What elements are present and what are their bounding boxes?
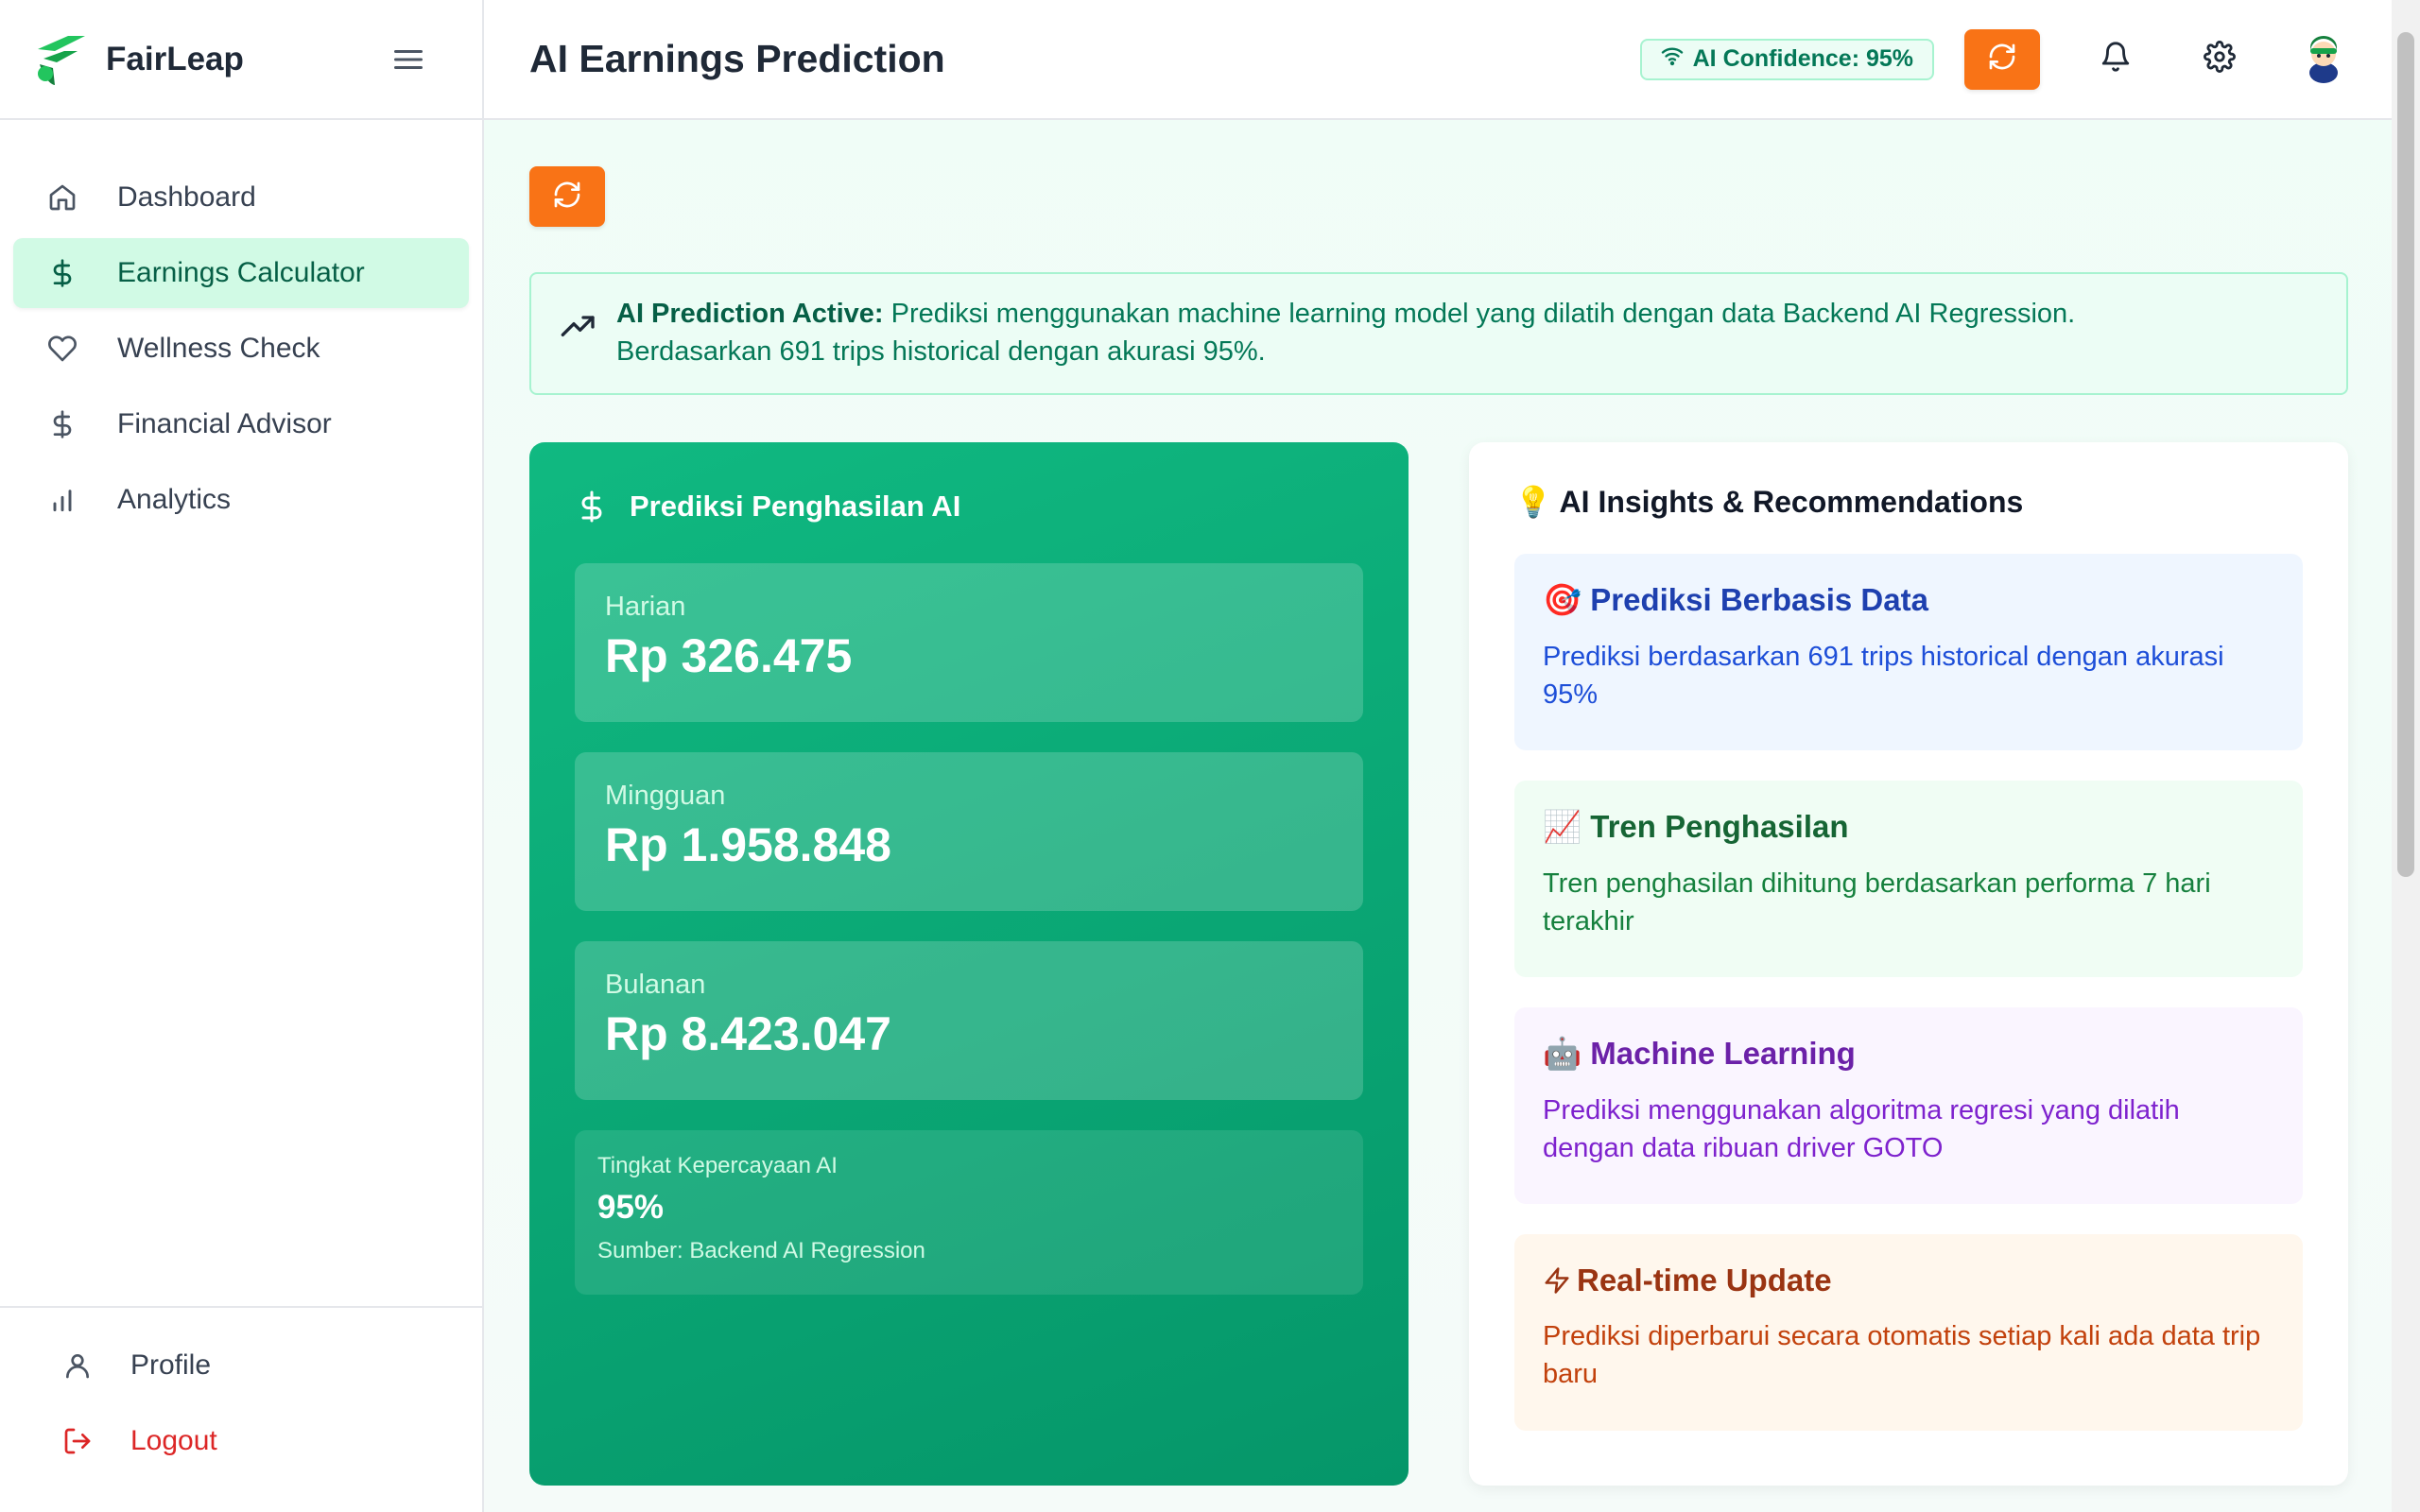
lightning-icon	[1543, 1263, 1577, 1297]
page-scrollbar[interactable]	[2392, 0, 2420, 1512]
weekly-value: Rp 1.958.848	[605, 818, 891, 871]
menu-toggle-icon[interactable]	[386, 37, 431, 82]
page-title: AI Earnings Prediction	[529, 37, 945, 80]
monthly-value: Rp 8.423.047	[605, 1007, 891, 1060]
settings-button[interactable]	[2191, 31, 2248, 88]
refresh-prediction-button[interactable]	[529, 166, 605, 227]
daily-earnings-box: Harian Rp 326.475	[575, 563, 1363, 722]
daily-label: Harian	[605, 592, 686, 622]
sidebar-item-label: Earnings Calculator	[117, 257, 365, 288]
top-bar: AI Earnings Prediction AI Confidence: 95…	[484, 0, 2420, 120]
trending-up-icon	[560, 308, 597, 346]
sidebar: FairLeap Dashboard Earnings Calculator W…	[0, 0, 484, 1512]
sidebar-item-label: Analytics	[117, 484, 232, 515]
scrollbar-thumb[interactable]	[2397, 32, 2414, 877]
avatar[interactable]	[2297, 33, 2350, 86]
logout-button[interactable]: Logout	[13, 1406, 469, 1476]
insight-text: Prediksi diperbarui secara otomatis seti…	[1543, 1321, 2261, 1389]
main-area: AI Earnings Prediction AI Confidence: 95…	[484, 0, 2420, 1512]
insight-title: Real-time Update	[1577, 1263, 1832, 1297]
weekly-earnings-box: Mingguan Rp 1.958.848	[575, 752, 1363, 911]
insight-title: 📈 Tren Penghasilan	[1543, 809, 1849, 844]
refresh-button[interactable]	[1964, 28, 2040, 90]
banner-strong: AI Prediction Active:	[616, 299, 884, 329]
ai-confidence-badge: AI Confidence: 95%	[1639, 38, 1934, 80]
sidebar-item-label: Dashboard	[117, 181, 256, 213]
refresh-icon	[1987, 42, 2017, 77]
insight-realtime-update: Real-time Update Prediksi diperbarui sec…	[1514, 1234, 2303, 1431]
heart-icon	[43, 330, 81, 368]
sidebar-item-analytics[interactable]: Analytics	[13, 465, 469, 535]
sidebar-item-label: Logout	[130, 1425, 217, 1456]
confidence-source: Sumber: Backend AI Regression	[597, 1238, 925, 1263]
dollar-icon	[43, 254, 81, 292]
sidebar-item-financial-advisor[interactable]: Financial Advisor	[13, 389, 469, 459]
sidebar-item-label: Wellness Check	[117, 333, 320, 364]
logout-icon	[59, 1422, 96, 1460]
home-icon	[43, 179, 81, 216]
confidence-label: Tingkat Kepercayaan AI	[597, 1153, 838, 1178]
notifications-button[interactable]	[2087, 31, 2144, 88]
prediction-card: Prediksi Penghasilan AI Harian Rp 326.47…	[529, 442, 1409, 1486]
confidence-value: 95%	[597, 1189, 665, 1226]
sidebar-item-dashboard[interactable]: Dashboard	[13, 163, 469, 232]
sidebar-item-earnings-calculator[interactable]: Earnings Calculator	[13, 238, 469, 308]
insight-text: Prediksi menggunakan algoritma regresi y…	[1543, 1095, 2180, 1163]
insight-title: 🤖 Machine Learning	[1543, 1036, 1856, 1071]
bell-icon	[2100, 41, 2132, 77]
refresh-icon	[552, 180, 582, 215]
monthly-label: Bulanan	[605, 970, 706, 1000]
content: AI Prediction Active: Prediksi menggunak…	[529, 166, 2348, 1486]
insight-earnings-trend: 📈 Tren Penghasilan Tren penghasilan dihi…	[1514, 781, 2303, 977]
sidebar-item-label: Profile	[130, 1349, 212, 1381]
insight-text: Prediksi berdasarkan 691 trips historica…	[1543, 642, 2224, 710]
fairleap-logo-icon	[30, 30, 89, 89]
dollar-icon	[573, 488, 611, 525]
sidebar-item-label: Financial Advisor	[117, 408, 332, 439]
insight-data-based: 🎯 Prediksi Berbasis Data Prediksi berdas…	[1514, 554, 2303, 750]
sidebar-header: FairLeap	[0, 0, 482, 120]
daily-value: Rp 326.475	[605, 629, 853, 682]
insights-card: 💡 AI Insights & Recommendations 🎯 Predik…	[1469, 442, 2348, 1486]
sidebar-nav: Dashboard Earnings Calculator Wellness C…	[0, 120, 482, 535]
sidebar-bottom: Profile Logout	[0, 1306, 482, 1512]
insights-title: 💡 AI Insights & Recommendations	[1514, 485, 2024, 519]
insight-text: Tren penghasilan dihitung berdasarkan pe…	[1543, 868, 2211, 936]
insight-title: 🎯 Prediksi Berbasis Data	[1543, 582, 1928, 617]
ai-confidence-text: AI Confidence: 95%	[1692, 45, 1913, 72]
insight-title-row: Real-time Update	[1543, 1263, 2274, 1298]
monthly-earnings-box: Bulanan Rp 8.423.047	[575, 941, 1363, 1100]
sidebar-item-wellness-check[interactable]: Wellness Check	[13, 314, 469, 384]
ai-prediction-banner: AI Prediction Active: Prediksi menggunak…	[529, 272, 2348, 395]
sidebar-item-profile[interactable]: Profile	[13, 1331, 469, 1400]
bar-chart-icon	[43, 481, 81, 519]
weekly-label: Mingguan	[605, 781, 726, 811]
gear-icon	[2204, 41, 2236, 77]
prediction-title-text: Prediksi Penghasilan AI	[630, 490, 961, 523]
brand-name: FairLeap	[106, 40, 244, 77]
user-icon	[59, 1347, 96, 1384]
insight-machine-learning: 🤖 Machine Learning Prediksi menggunakan …	[1514, 1007, 2303, 1204]
prediction-card-title: Prediksi Penghasilan AI	[573, 488, 1363, 525]
banner-text: AI Prediction Active: Prediksi menggunak…	[616, 295, 2091, 370]
wifi-icon	[1661, 44, 1684, 74]
ai-confidence-box: Tingkat Kepercayaan AI 95% Sumber: Backe…	[575, 1130, 1363, 1295]
dollar-icon	[43, 405, 81, 443]
